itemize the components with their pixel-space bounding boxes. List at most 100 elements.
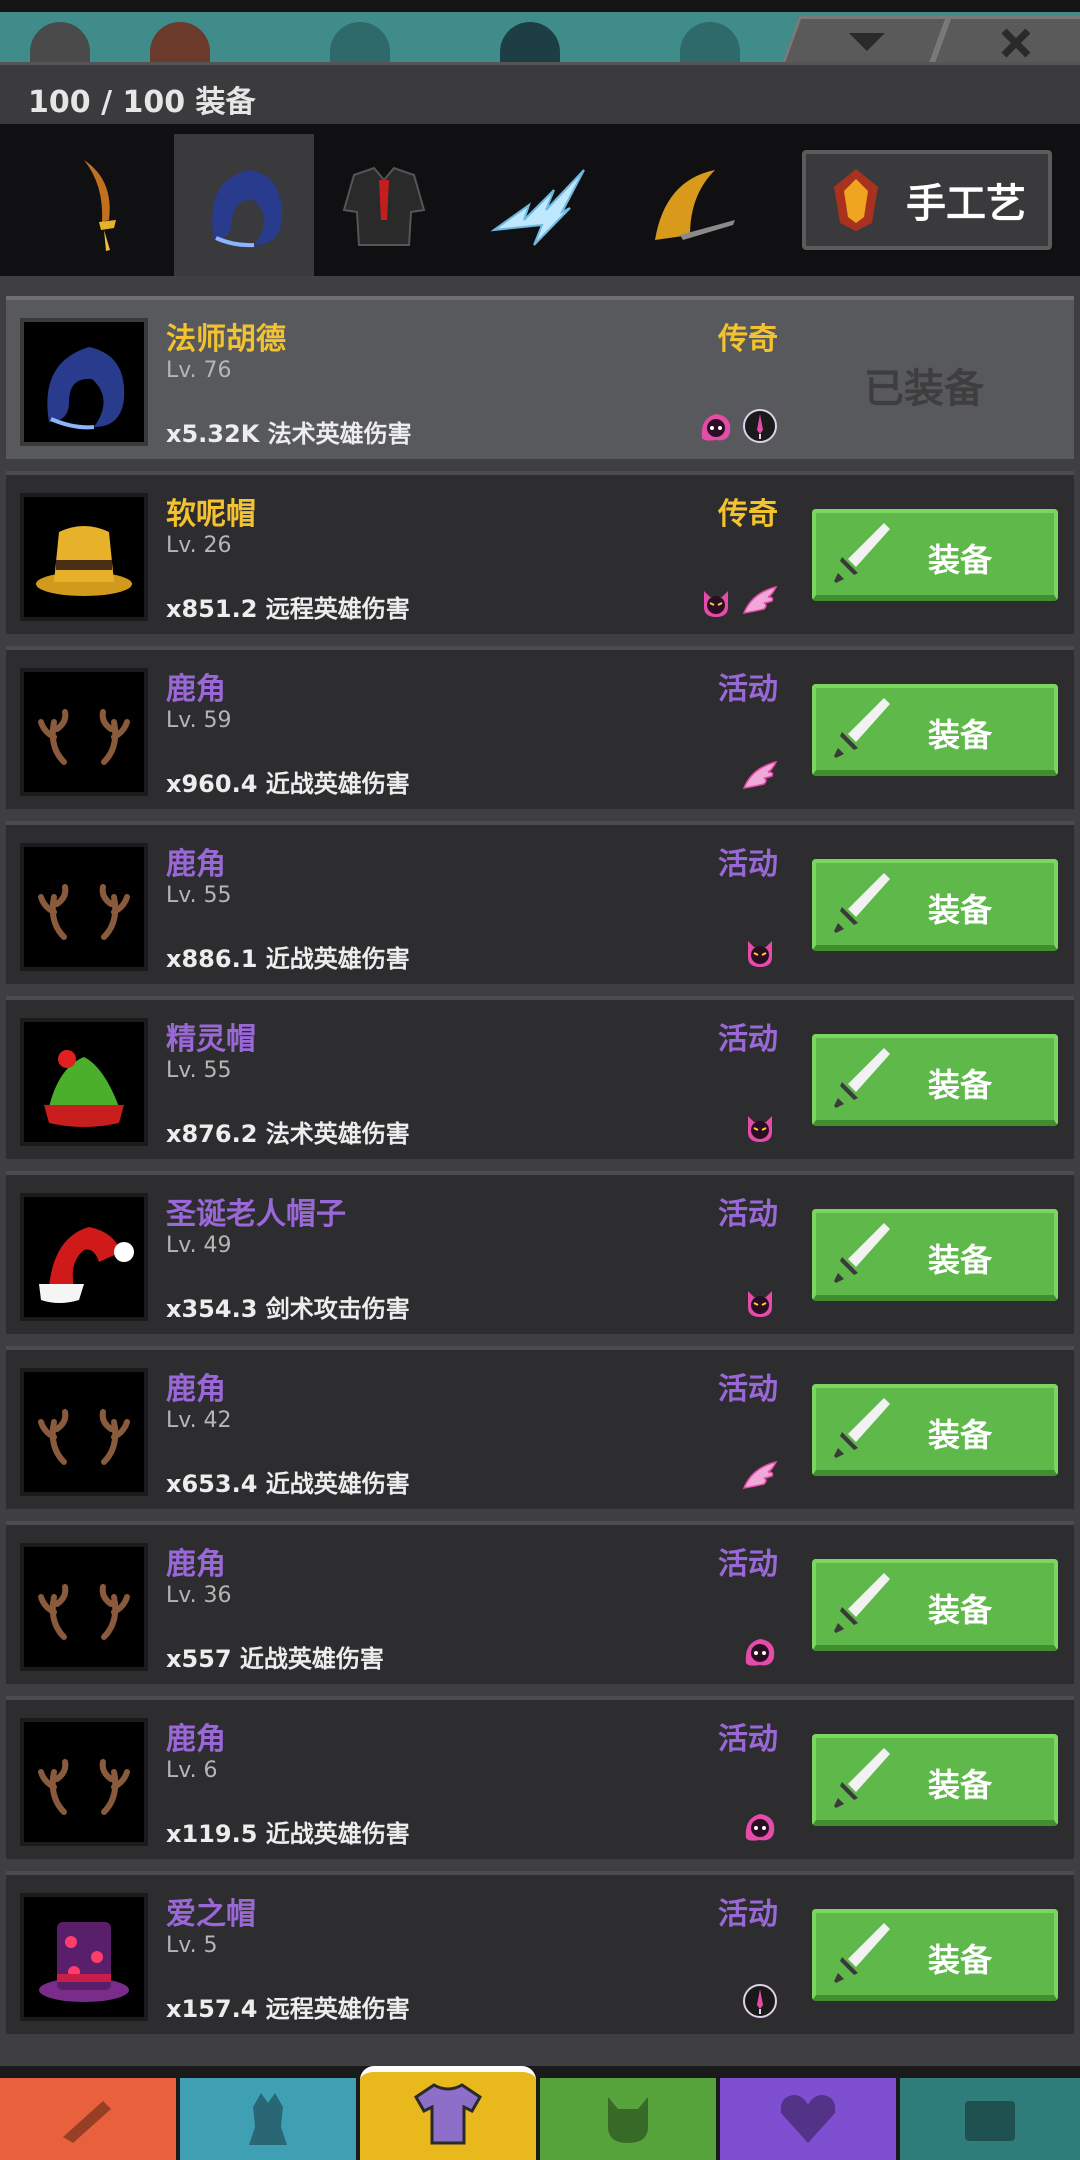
equip-button[interactable]: 装备 <box>812 684 1058 776</box>
divider <box>0 276 1080 296</box>
item-level: Lv. 26 <box>166 533 232 558</box>
sword-icon <box>816 692 898 766</box>
portal-icon[interactable] <box>330 22 390 62</box>
item-name: 鹿角 <box>166 1372 226 1407</box>
weapons-icon <box>53 2087 123 2151</box>
item-level: Lv. 55 <box>166 1058 232 1083</box>
tab-armor[interactable] <box>314 134 454 276</box>
item-damage: x354.3 剑术攻击伤害 <box>166 1295 410 1323</box>
weapons-tab[interactable] <box>0 2078 176 2160</box>
artifacts-tab[interactable] <box>720 2078 896 2160</box>
tab-relic[interactable] <box>620 134 760 276</box>
tab-helmet[interactable] <box>174 134 314 276</box>
list-item[interactable]: 鹿角 Lv. 6 x119.5 近战英雄伤害 活动 装备 <box>6 1696 1074 1859</box>
list-item[interactable]: 圣诞老人帽子 Lv. 49 x354.3 剑术攻击伤害 活动 装备 <box>6 1171 1074 1334</box>
item-level: Lv. 55 <box>166 883 232 908</box>
sword-icon <box>816 1392 898 1466</box>
equip-button-label: 装备 <box>928 1941 993 1979</box>
world-icon[interactable] <box>500 22 560 62</box>
equip-button[interactable]: 装备 <box>812 1734 1058 1826</box>
list-item[interactable]: 鹿角 Lv. 42 x653.4 近战英雄伤害 活动 装备 <box>6 1346 1074 1509</box>
sword-icon <box>816 1567 898 1641</box>
tab-weapon[interactable] <box>34 134 174 276</box>
item-level: Lv. 76 <box>166 358 232 383</box>
status-bar <box>0 0 1080 12</box>
top-strip <box>0 0 1080 62</box>
sword-icon <box>816 1742 898 1816</box>
list-item[interactable]: 鹿角 Lv. 36 x557 近战英雄伤害 活动 装备 <box>6 1521 1074 1684</box>
element-icons <box>742 1283 778 1319</box>
map-icon[interactable] <box>680 22 740 62</box>
shadow-icon <box>742 1633 778 1669</box>
element-icons <box>742 1808 778 1844</box>
equipment-list[interactable]: 法师胡德 Lv. 76 x5.32K 法术英雄伤害 传奇已装备软呢帽 Lv. 26 x85… <box>0 296 1080 2066</box>
wing-icon <box>742 583 778 619</box>
chest-icon <box>955 2087 1025 2151</box>
element-icons <box>698 408 778 444</box>
pets-tab[interactable] <box>540 2078 716 2160</box>
shadow-icon <box>698 408 734 444</box>
equip-button[interactable]: 装备 <box>812 509 1058 601</box>
equip-button[interactable]: 装备 <box>812 859 1058 951</box>
tab-spell[interactable] <box>474 134 614 276</box>
antlers-icon <box>20 1368 148 1496</box>
item-name: 鹿角 <box>166 1722 226 1757</box>
element-icons <box>742 1458 778 1494</box>
shadow-icon <box>742 1808 778 1844</box>
craft-button[interactable]: 手工艺 <box>802 150 1052 250</box>
list-item[interactable]: 爱之帽 Lv. 5 x157.4 远程英雄伤害 活动 装备 <box>6 1871 1074 2034</box>
item-rarity: 传奇 <box>718 322 778 357</box>
equip-button-label: 装备 <box>928 1241 993 1279</box>
sword-icon <box>816 1917 898 1991</box>
equip-button[interactable]: 装备 <box>812 1909 1058 2001</box>
equipped-label: 已装备 <box>864 366 984 412</box>
chest-tab[interactable] <box>900 2078 1080 2160</box>
item-rarity: 活动 <box>718 1197 778 1232</box>
demon-icon <box>742 1108 778 1144</box>
collapse-button[interactable] <box>780 16 950 62</box>
artifacts-icon <box>773 2087 843 2151</box>
item-rarity: 活动 <box>718 1547 778 1582</box>
item-damage: x960.4 近战英雄伤害 <box>166 770 410 798</box>
inventory-header: 100 / 100 装备 <box>0 62 1080 124</box>
item-level: Lv. 36 <box>166 1583 232 1608</box>
item-damage: x5.32K 法术英雄伤害 <box>166 420 412 448</box>
pets-icon <box>593 2087 663 2151</box>
item-name: 软呢帽 <box>166 497 256 532</box>
list-item[interactable]: 法师胡德 Lv. 76 x5.32K 法术英雄伤害 传奇已装备 <box>6 296 1074 459</box>
equip-button[interactable]: 装备 <box>812 1209 1058 1301</box>
list-item[interactable]: 精灵帽 Lv. 55 x876.2 法术英雄伤害 活动 装备 <box>6 996 1074 1159</box>
equip-button[interactable]: 装备 <box>812 1384 1058 1476</box>
close-button[interactable] <box>930 16 1080 62</box>
flame-sword-icon <box>655 170 735 240</box>
equipment-tab[interactable] <box>360 2066 536 2160</box>
equip-button-label: 装备 <box>928 541 993 579</box>
heroes-tab[interactable] <box>180 2078 356 2160</box>
item-damage: x851.2 远程英雄伤害 <box>166 595 410 623</box>
list-item[interactable]: 软呢帽 Lv. 26 x851.2 远程英雄伤害 传奇 装备 <box>6 471 1074 634</box>
item-level: Lv. 49 <box>166 1233 232 1258</box>
chevron-down-icon <box>848 33 885 51</box>
fedora-icon <box>20 493 148 621</box>
demon-icon <box>742 933 778 969</box>
wizard-hood-icon <box>20 318 148 446</box>
list-item[interactable]: 鹿角 Lv. 55 x886.1 近战英雄伤害 活动 装备 <box>6 821 1074 984</box>
element-icons <box>742 1983 778 2019</box>
equip-button[interactable]: 装备 <box>812 1559 1058 1651</box>
item-rarity: 活动 <box>718 1722 778 1757</box>
demon-icon <box>742 1283 778 1319</box>
settings-gear-icon[interactable] <box>30 22 90 62</box>
equip-button-label: 装备 <box>928 1766 993 1804</box>
armor-icon <box>342 166 426 246</box>
item-damage: x653.4 近战英雄伤害 <box>166 1470 410 1498</box>
item-damage: x157.4 远程英雄伤害 <box>166 1995 410 2023</box>
equip-button-label: 装备 <box>928 1591 993 1629</box>
element-icons <box>698 583 778 619</box>
item-name: 精灵帽 <box>166 1022 256 1057</box>
bottom-nav <box>0 2066 1080 2160</box>
inventory-count: 100 / 100 装备 <box>28 85 256 120</box>
crossed-swords-icon[interactable] <box>150 22 210 62</box>
list-item[interactable]: 鹿角 Lv. 59 x960.4 近战英雄伤害 活动 装备 <box>6 646 1074 809</box>
equip-button[interactable]: 装备 <box>812 1034 1058 1126</box>
item-name: 法师胡德 <box>166 322 286 357</box>
